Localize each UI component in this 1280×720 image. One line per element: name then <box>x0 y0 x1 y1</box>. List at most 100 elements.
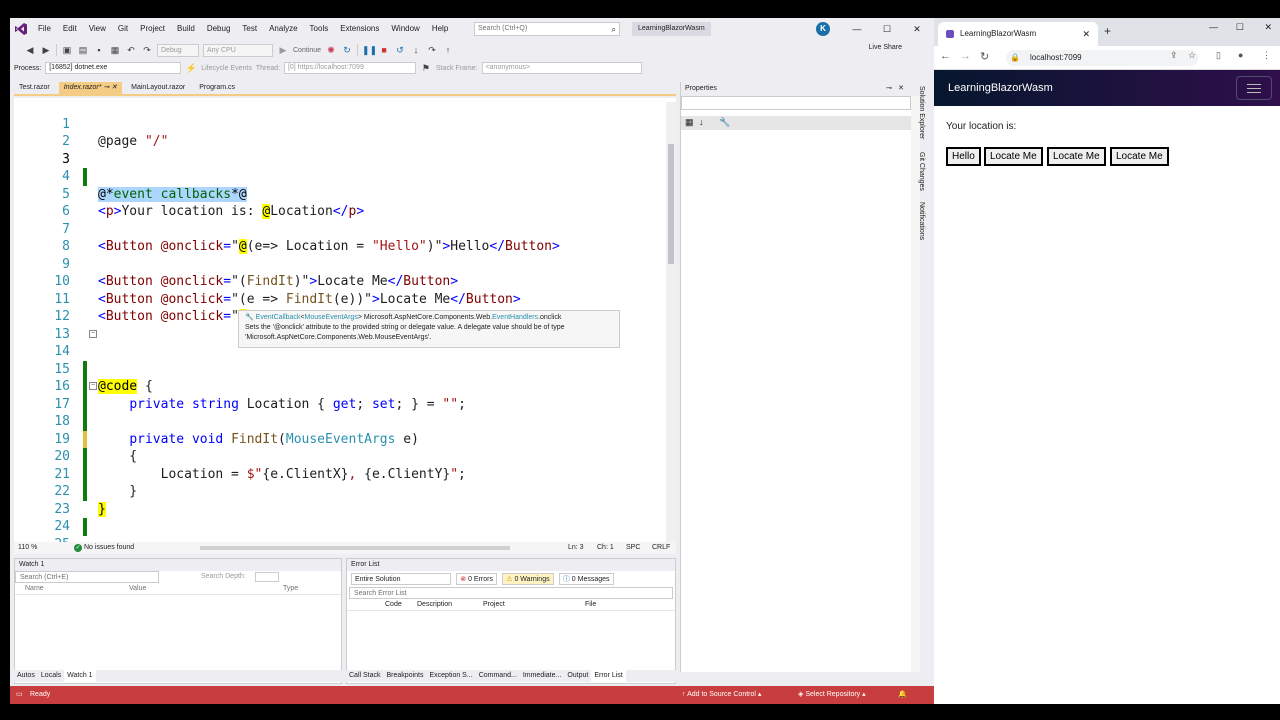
flag-icon[interactable]: ⚑ <box>420 62 432 74</box>
no-issues-indicator[interactable]: ✓ No issues found <box>74 542 134 554</box>
save-all-icon[interactable]: ▦ <box>109 44 121 56</box>
error-search-input[interactable]: Search Error List <box>349 587 673 599</box>
tab-watch-1[interactable]: Watch 1 <box>64 670 96 682</box>
menu-analyze[interactable]: Analyze <box>263 18 303 40</box>
save-icon[interactable]: ▪ <box>93 44 105 56</box>
tooltip-arg-link[interactable]: MouseEventArgs <box>305 314 358 321</box>
messages-filter[interactable]: ⓘ 0 Messages <box>558 573 614 585</box>
tooltip-type-link[interactable]: EventCallback <box>256 314 301 321</box>
forward-icon[interactable]: → <box>960 50 971 62</box>
continue-button[interactable]: Continue <box>293 47 321 54</box>
share-icon[interactable]: ⇪ <box>1170 50 1178 61</box>
scope-select[interactable]: Entire Solution <box>351 573 451 585</box>
watch-search-input[interactable]: Search (Ctrl+E) <box>15 571 159 583</box>
new-tab-icon[interactable]: + <box>1104 24 1111 38</box>
line-ending-indicator[interactable]: CRLF <box>652 542 670 554</box>
bookmark-star-icon[interactable]: ☆ <box>1188 50 1196 61</box>
undo-icon[interactable]: ↶ <box>125 44 137 56</box>
lifecycle-events-button[interactable]: Lifecycle Events <box>201 65 252 72</box>
code-editor[interactable]: 1 @page "/" 2 3 @*event callbacks*@ 4 5 … <box>14 98 676 543</box>
tab-breakpoints[interactable]: Breakpoints <box>384 670 427 682</box>
column-value[interactable]: Value <box>129 585 146 592</box>
column-code[interactable]: Code <box>385 601 402 608</box>
warnings-filter[interactable]: ⚠ 0 Warnings <box>502 573 554 585</box>
hamburger-menu-icon[interactable] <box>1236 76 1272 100</box>
whitespace-indicator[interactable]: SPC <box>626 542 640 554</box>
platform-select[interactable]: Any CPU <box>203 43 273 57</box>
pause-icon[interactable]: ❚❚ <box>362 44 377 56</box>
locate-me-button-1[interactable]: Locate Me <box>984 147 1043 166</box>
menu-help[interactable]: Help <box>426 18 454 40</box>
step-into-icon[interactable]: ↓ <box>410 44 422 56</box>
object-select[interactable] <box>681 96 911 110</box>
tab-solution-explorer[interactable]: Solution Explorer <box>918 86 925 139</box>
column-name[interactable]: Name <box>25 585 44 592</box>
tab-notifications[interactable]: Notifications <box>918 202 925 240</box>
horizontal-scrollbar[interactable] <box>200 546 510 550</box>
stop-icon[interactable]: ■ <box>378 44 390 56</box>
step-out-icon[interactable]: ↑ <box>442 44 454 56</box>
column-description[interactable]: Description <box>417 601 452 608</box>
side-panel-icon[interactable]: ▯ <box>1216 50 1221 61</box>
process-select[interactable]: [16852] dotnet.exe <box>45 62 182 74</box>
column-file[interactable]: File <box>585 601 596 608</box>
column-project[interactable]: Project <box>483 601 505 608</box>
lifecycle-icon[interactable]: ⚡ <box>185 62 197 74</box>
nav-forward-icon[interactable]: ▶ <box>40 44 52 56</box>
column-type[interactable]: Type <box>283 585 298 592</box>
more-menu-icon[interactable]: ⋮ <box>1262 50 1271 61</box>
minimize-icon[interactable]: — <box>850 22 864 36</box>
avatar[interactable]: K <box>816 22 830 36</box>
select-repository-button[interactable]: ◈ Select Repository ▴ <box>798 686 866 704</box>
maximize-icon[interactable]: ☐ <box>880 22 894 36</box>
tab-program-cs[interactable]: Program.cs <box>194 82 240 94</box>
profile-icon[interactable]: ● <box>1238 50 1243 60</box>
errors-filter[interactable]: ⊗ 0 Errors <box>456 573 497 585</box>
property-pages-icon[interactable]: 🔧 <box>719 117 730 128</box>
thread-select[interactable]: [0] https://localhost:7099 <box>283 62 416 74</box>
tab-mainlayout-razor[interactable]: MainLayout.razor <box>126 82 190 94</box>
tab-command[interactable]: Command... <box>476 670 520 682</box>
new-item-icon[interactable]: ▣ <box>61 44 73 56</box>
live-share-button[interactable]: Live Share <box>869 44 902 51</box>
close-icon[interactable]: ✕ <box>898 82 904 96</box>
zoom-level[interactable]: 110 % <box>18 542 37 554</box>
tab-autos[interactable]: Autos <box>14 670 38 682</box>
open-icon[interactable]: ▤ <box>77 44 89 56</box>
menu-tools[interactable]: Tools <box>304 18 335 40</box>
redo-icon[interactable]: ↷ <box>141 44 153 56</box>
menu-edit[interactable]: Edit <box>57 18 83 40</box>
stack-frame-select[interactable]: <anonymous> <box>481 62 642 74</box>
visual-studio-logo-icon[interactable] <box>10 18 32 40</box>
menu-git[interactable]: Git <box>112 18 134 40</box>
tab-call-stack[interactable]: Call Stack <box>346 670 384 682</box>
lock-icon[interactable]: 🔒 <box>1010 50 1020 66</box>
alphabetical-icon[interactable]: ↓ <box>699 117 704 127</box>
browser-tab[interactable]: LearningBlazorWasm ✕ <box>938 22 1098 46</box>
menu-extensions[interactable]: Extensions <box>334 18 385 40</box>
menu-view[interactable]: View <box>83 18 112 40</box>
tooltip-class-link[interactable]: EventHandlers <box>492 314 538 321</box>
tab-error-list[interactable]: Error List <box>591 670 626 682</box>
locate-me-button-2[interactable]: Locate Me <box>1047 147 1106 166</box>
menu-project[interactable]: Project <box>134 18 171 40</box>
tab-index-razor[interactable]: Index.razor* ⊸ ✕ <box>58 82 123 94</box>
scrollbar-thumb[interactable] <box>668 144 674 264</box>
fire-icon[interactable]: ✺ <box>325 44 337 56</box>
tab-test-razor[interactable]: Test.razor <box>14 82 55 94</box>
locate-me-button-3[interactable]: Locate Me <box>1110 147 1169 166</box>
tab-close-icon[interactable]: ✕ <box>111 84 117 91</box>
menu-window[interactable]: Window <box>385 18 425 40</box>
notifications-icon[interactable]: 🔔 <box>898 686 907 704</box>
pin-icon[interactable]: ⊸ <box>886 82 892 96</box>
app-title[interactable]: LearningBlazorWasm <box>948 82 1053 94</box>
minimize-icon[interactable]: — <box>1209 22 1218 32</box>
tab-output[interactable]: Output <box>564 670 591 682</box>
refresh-icon[interactable]: ↻ <box>341 44 353 56</box>
reload-icon[interactable]: ↻ <box>980 50 989 63</box>
tab-immediate[interactable]: Immediate... <box>520 670 565 682</box>
maximize-icon[interactable]: ☐ <box>1236 22 1244 33</box>
step-over-icon[interactable]: ↷ <box>426 44 438 56</box>
editor-vertical-scrollbar[interactable] <box>666 102 676 547</box>
pin-icon[interactable]: ⊸ <box>103 84 109 91</box>
